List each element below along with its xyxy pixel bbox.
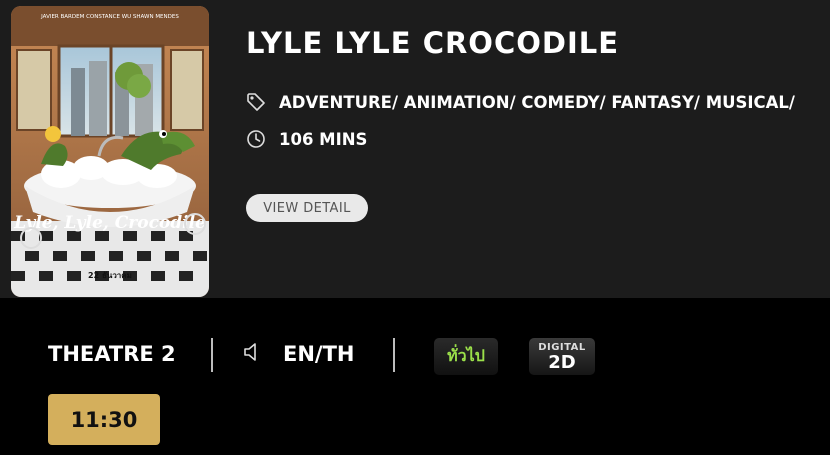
audio-language: EN/TH <box>243 342 355 366</box>
genres-text: ADVENTURE/ ANIMATION/ COMEDY/ FANTASY/ M… <box>279 92 795 112</box>
rating-badge: ทั่วไป <box>434 338 498 375</box>
poster-title: Lyle, Lyle, Crocodile <box>13 213 206 233</box>
genres-row: ADVENTURE/ ANIMATION/ COMEDY/ FANTASY/ M… <box>245 91 795 113</box>
speaker-icon <box>243 342 261 366</box>
session-info: THEATRE 2 EN/TH ทั่วไป DIGITAL 2D <box>0 338 830 375</box>
movie-poster[interactable]: JAVIER BARDEM CONSTANCE WU SHAWN MENDES <box>11 6 209 297</box>
format-badge-line2: 2D <box>548 351 576 373</box>
divider <box>393 338 395 372</box>
movie-card: JAVIER BARDEM CONSTANCE WU SHAWN MENDES <box>0 0 830 298</box>
language-label: EN/TH <box>283 342 355 366</box>
view-detail-button[interactable]: VIEW DETAIL <box>246 194 368 222</box>
theatre-label: THEATRE 2 <box>48 342 176 366</box>
format-badge-line1: DIGITAL <box>538 341 586 353</box>
divider <box>211 338 213 372</box>
poster-image: JAVIER BARDEM CONSTANCE WU SHAWN MENDES <box>11 6 209 297</box>
showtime-button[interactable]: 11:30 <box>48 394 160 445</box>
movie-title: LYLE LYLE CROCODILE <box>246 26 620 60</box>
poster-cast: JAVIER BARDEM CONSTANCE WU SHAWN MENDES <box>40 14 179 20</box>
format-badge: DIGITAL 2D <box>529 338 595 375</box>
duration-row: 106 MINS <box>245 128 367 150</box>
duration-text: 106 MINS <box>279 129 368 149</box>
clock-icon <box>245 128 267 150</box>
tag-icon <box>245 91 267 113</box>
poster-date: 22 ธันวาคม <box>88 271 132 280</box>
